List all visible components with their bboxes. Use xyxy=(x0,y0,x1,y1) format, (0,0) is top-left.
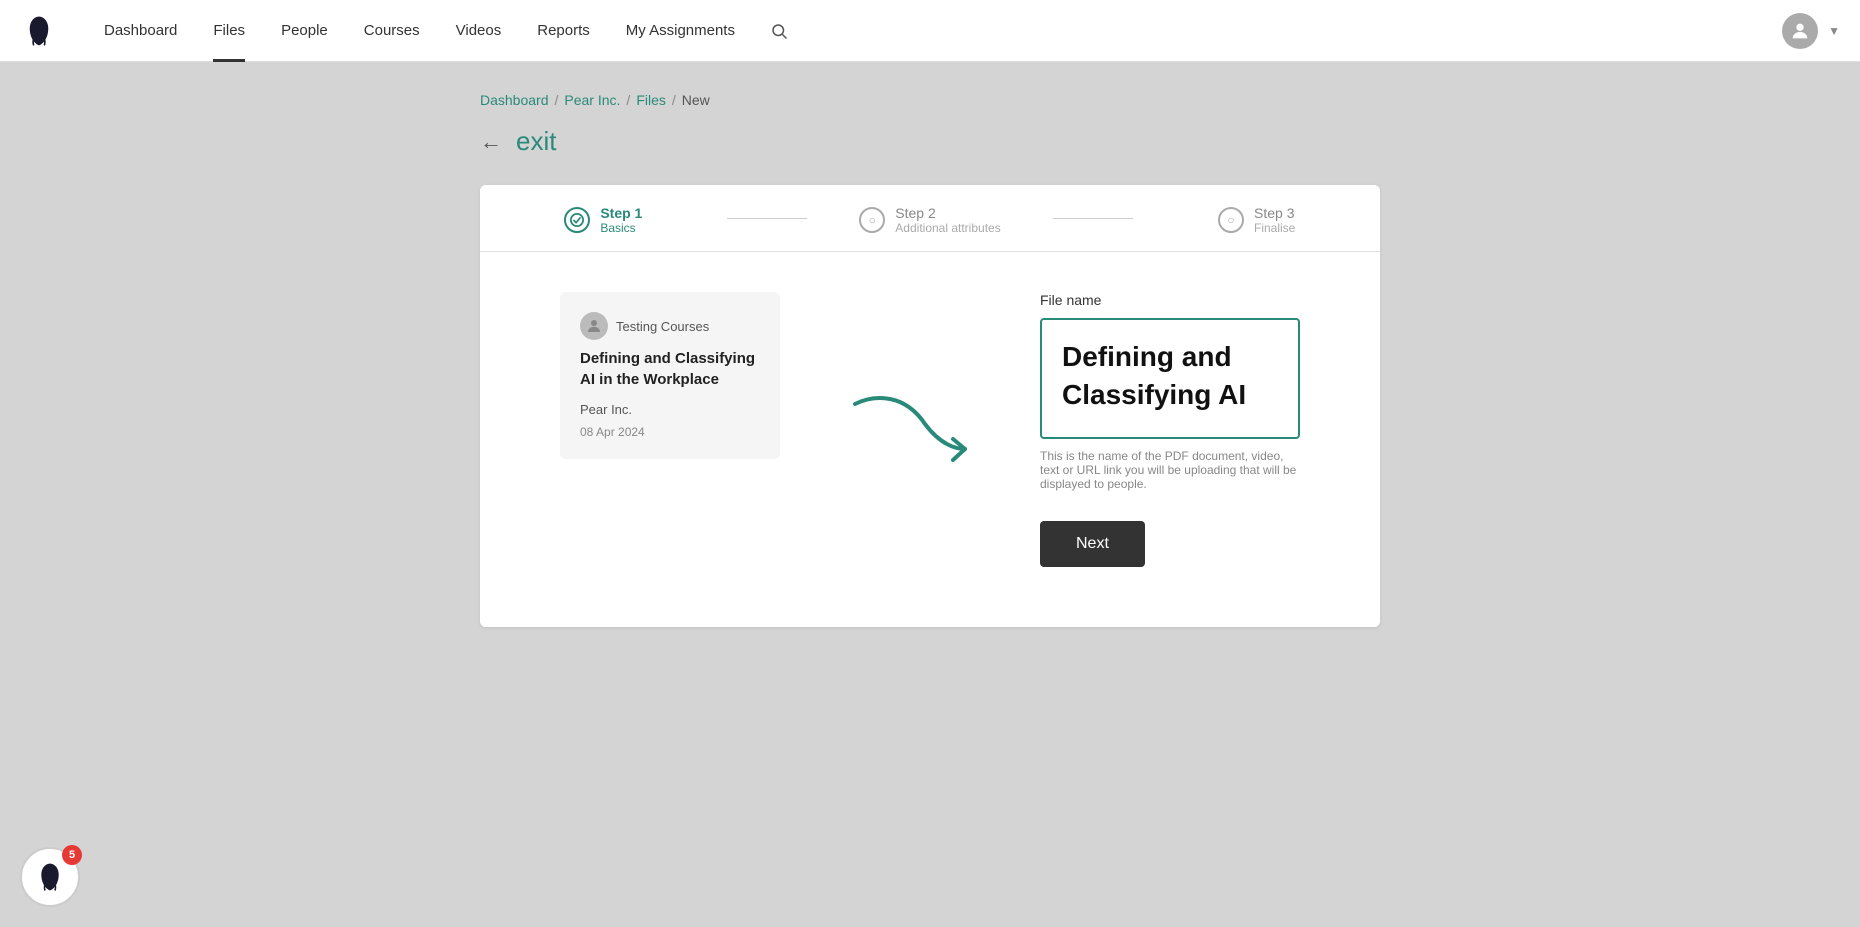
breadcrumb-dashboard[interactable]: Dashboard xyxy=(480,92,549,108)
app-logo[interactable] xyxy=(20,12,58,50)
file-name-input-wrapper[interactable] xyxy=(1040,318,1300,439)
nav-link-people[interactable]: People xyxy=(263,0,346,62)
preview-date: 08 Apr 2024 xyxy=(580,425,760,439)
step-3-circle: ○ xyxy=(1218,207,1244,233)
back-arrow-icon[interactable]: ← xyxy=(480,129,502,155)
step-line-2 xyxy=(1053,218,1133,219)
page-wrapper: Dashboard / Pear Inc. / Files / New ← ex… xyxy=(0,62,1860,927)
breadcrumb-files[interactable]: Files xyxy=(636,92,666,108)
nav-link-reports[interactable]: Reports xyxy=(519,0,608,62)
file-name-input[interactable] xyxy=(1062,338,1278,414)
nav-link-courses[interactable]: Courses xyxy=(346,0,438,62)
step-2: ○ Step 2 Additional attributes xyxy=(807,205,1054,251)
next-button[interactable]: Next xyxy=(1040,521,1145,567)
nav-link-my-assignments[interactable]: My Assignments xyxy=(608,0,753,62)
step-2-sublabel: Additional attributes xyxy=(895,221,1000,235)
breadcrumb-sep-3: / xyxy=(672,92,676,108)
exit-row: ← exit xyxy=(480,126,1380,157)
widget-badge: 5 xyxy=(62,845,82,865)
step-3: ○ Step 3 Finalise xyxy=(1133,205,1380,251)
step-1-sublabel: Basics xyxy=(600,221,642,235)
breadcrumb-pear-inc[interactable]: Pear Inc. xyxy=(564,92,620,108)
user-dropdown-arrow[interactable]: ▼ xyxy=(1828,24,1840,38)
form-card: Testing Courses Defining and Classifying… xyxy=(480,252,1380,627)
search-icon[interactable] xyxy=(763,15,795,47)
preview-org: Pear Inc. xyxy=(580,402,760,417)
navbar: Dashboard Files People Courses Videos Re… xyxy=(0,0,1860,62)
nav-link-files[interactable]: Files xyxy=(195,0,263,62)
step-1-label: Step 1 xyxy=(600,205,642,221)
exit-label[interactable]: exit xyxy=(516,126,556,157)
file-preview-panel: Testing Courses Defining and Classifying… xyxy=(560,292,780,567)
nav-link-dashboard[interactable]: Dashboard xyxy=(86,0,195,62)
step-3-label: Step 3 xyxy=(1254,205,1295,221)
content-area: Dashboard / Pear Inc. / Files / New ← ex… xyxy=(480,92,1380,627)
step-2-label: Step 2 xyxy=(895,205,1000,221)
breadcrumb-current: New xyxy=(682,92,710,108)
arrow-container xyxy=(840,292,980,567)
form-right-panel: File name This is the name of the PDF do… xyxy=(1040,292,1300,567)
stepper: Step 1 Basics ○ Step 2 Additional attrib… xyxy=(480,185,1380,252)
step-2-circle: ○ xyxy=(859,207,885,233)
file-preview-card: Testing Courses Defining and Classifying… xyxy=(560,292,780,459)
step-3-sublabel: Finalise xyxy=(1254,221,1295,235)
nav-link-videos[interactable]: Videos xyxy=(438,0,520,62)
step-line-1 xyxy=(727,218,807,219)
breadcrumb: Dashboard / Pear Inc. / Files / New xyxy=(480,92,1380,108)
user-avatar[interactable] xyxy=(1782,13,1818,49)
step-1-circle xyxy=(564,207,590,233)
breadcrumb-sep-2: / xyxy=(626,92,630,108)
file-name-label: File name xyxy=(1040,292,1300,308)
bottom-widget[interactable]: 5 xyxy=(20,847,80,907)
navbar-right: ▼ xyxy=(1782,13,1840,49)
file-preview-user: Testing Courses xyxy=(580,312,760,340)
breadcrumb-sep-1: / xyxy=(555,92,559,108)
preview-user-name: Testing Courses xyxy=(616,319,709,334)
preview-user-avatar xyxy=(580,312,608,340)
nav-links: Dashboard Files People Courses Videos Re… xyxy=(86,0,795,62)
step-1: Step 1 Basics xyxy=(480,205,727,251)
preview-title: Defining and Classifying AI in the Workp… xyxy=(580,348,760,390)
field-hint: This is the name of the PDF document, vi… xyxy=(1040,449,1300,491)
teal-curved-arrow xyxy=(845,384,975,474)
